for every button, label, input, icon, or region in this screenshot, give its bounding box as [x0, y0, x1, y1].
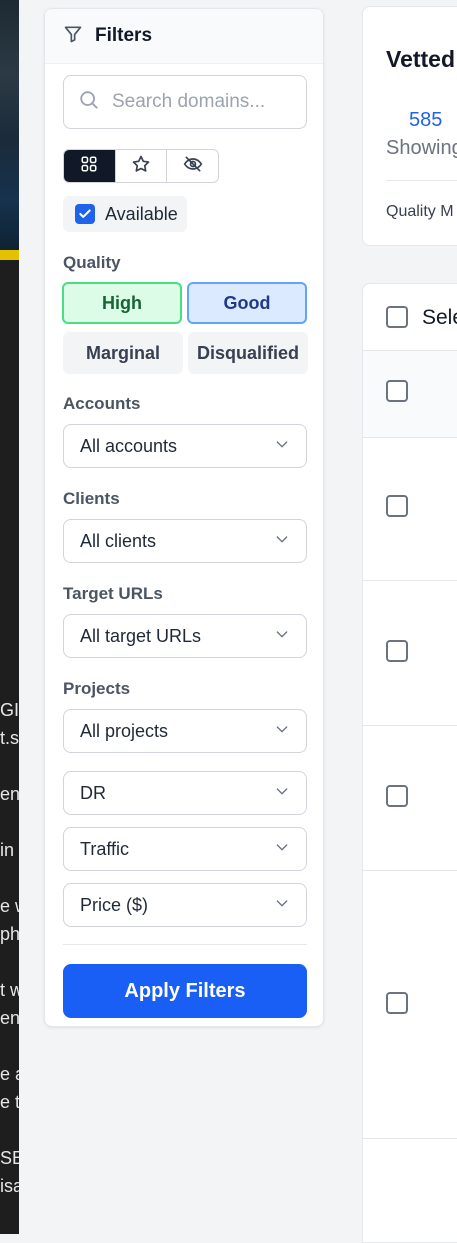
- row-checkbox[interactable]: [386, 640, 408, 662]
- chevron-down-icon: [274, 531, 290, 552]
- background-text-line: GI: [0, 700, 19, 720]
- traffic-select[interactable]: Traffic: [63, 827, 307, 871]
- background-text-line: en: [0, 1008, 19, 1028]
- clients-select[interactable]: All clients: [63, 519, 307, 563]
- traffic-select-value: Traffic: [80, 838, 130, 859]
- search-box: [63, 75, 307, 129]
- row-divider: [363, 725, 457, 726]
- price-select[interactable]: Price ($): [63, 883, 307, 927]
- background-text-line: t.s: [0, 728, 19, 748]
- summary-card: Vetted 585 Showing Quality M: [362, 6, 457, 246]
- eye-off-icon: [183, 154, 203, 179]
- select-all-row: Sele: [363, 284, 457, 350]
- projects-label: Projects: [63, 679, 131, 698]
- result-count-label: Showing: [386, 137, 457, 159]
- filters-title: Filters: [95, 25, 153, 46]
- projects-select[interactable]: All projects: [63, 709, 307, 753]
- select-all-checkbox[interactable]: [386, 306, 408, 328]
- filters-panel: Filters Available Quality Hig: [44, 8, 324, 1027]
- table-header: [363, 350, 457, 438]
- row-divider: [363, 1138, 457, 1139]
- filters-header: Filters: [45, 9, 323, 64]
- chevron-down-icon: [274, 436, 290, 457]
- accounts-select-value: All accounts: [80, 435, 178, 456]
- search-icon: [78, 89, 100, 116]
- filters-divider: [63, 944, 307, 945]
- background-text-line: ph: [0, 924, 19, 944]
- price-select-value: Price ($): [80, 894, 149, 915]
- target-urls-select-value: All target URLs: [80, 625, 202, 646]
- accounts-label: Accounts: [63, 394, 141, 413]
- background-text-line: en: [0, 784, 19, 804]
- summary-divider: [386, 180, 457, 181]
- target-urls-label: Target URLs: [63, 584, 163, 603]
- view-all-button[interactable]: [64, 150, 116, 182]
- row-checkbox[interactable]: [386, 785, 408, 807]
- view-favorites-button[interactable]: [116, 150, 168, 182]
- result-count: 585: [409, 109, 443, 131]
- chevron-down-icon: [274, 626, 290, 647]
- quality-label: Quality: [63, 253, 121, 272]
- background-text-line: e t: [0, 1092, 19, 1112]
- row-divider: [363, 870, 457, 871]
- apply-filters-button[interactable]: Apply Filters: [63, 964, 307, 1018]
- quality-metric-label: Quality M: [386, 203, 454, 220]
- clients-select-value: All clients: [80, 530, 157, 551]
- background-text-line: isa: [0, 1176, 19, 1196]
- background-text-line: e w: [0, 896, 19, 916]
- view-hidden-button[interactable]: [167, 150, 218, 182]
- available-toggle[interactable]: Available: [63, 196, 187, 232]
- chevron-down-icon: [274, 839, 290, 860]
- background-window: GI t.s en in e w ph t w en e a e t SE is…: [0, 0, 19, 1234]
- accounts-select[interactable]: All accounts: [63, 424, 307, 468]
- background-text-line: SE: [0, 1148, 19, 1168]
- quality-marginal-button[interactable]: Marginal: [63, 332, 183, 374]
- clients-label: Clients: [63, 489, 120, 508]
- background-text-line: e a: [0, 1064, 19, 1084]
- background-text-line: in: [0, 840, 15, 860]
- quality-high-button[interactable]: High: [62, 282, 182, 324]
- grid-icon: [80, 155, 98, 178]
- dr-select[interactable]: DR: [63, 771, 307, 815]
- domains-table: Sele: [362, 283, 457, 1243]
- select-all-label: Sele: [422, 306, 457, 329]
- available-label: Available: [105, 203, 178, 224]
- star-icon: [131, 154, 151, 179]
- projects-select-value: All projects: [80, 720, 169, 741]
- filter-icon: [63, 24, 95, 49]
- view-mode-toggle: [63, 149, 219, 183]
- chevron-down-icon: [274, 721, 290, 742]
- background-accent-bar: [0, 250, 19, 260]
- row-checkbox[interactable]: [386, 495, 408, 517]
- background-photo: [0, 0, 19, 250]
- quality-disqualified-button[interactable]: Disqualified: [188, 332, 308, 374]
- chevron-down-icon: [274, 783, 290, 804]
- row-checkbox[interactable]: [386, 992, 408, 1014]
- chevron-down-icon: [274, 895, 290, 916]
- page-title: Vetted: [386, 46, 456, 72]
- background-text-line: t w: [0, 980, 19, 1000]
- dr-select-value: DR: [80, 782, 106, 803]
- header-checkbox[interactable]: [386, 380, 408, 402]
- search-input[interactable]: [110, 90, 304, 114]
- target-urls-select[interactable]: All target URLs: [63, 614, 307, 658]
- quality-good-button[interactable]: Good: [187, 282, 307, 324]
- available-checkbox[interactable]: [75, 204, 95, 224]
- row-divider: [363, 580, 457, 581]
